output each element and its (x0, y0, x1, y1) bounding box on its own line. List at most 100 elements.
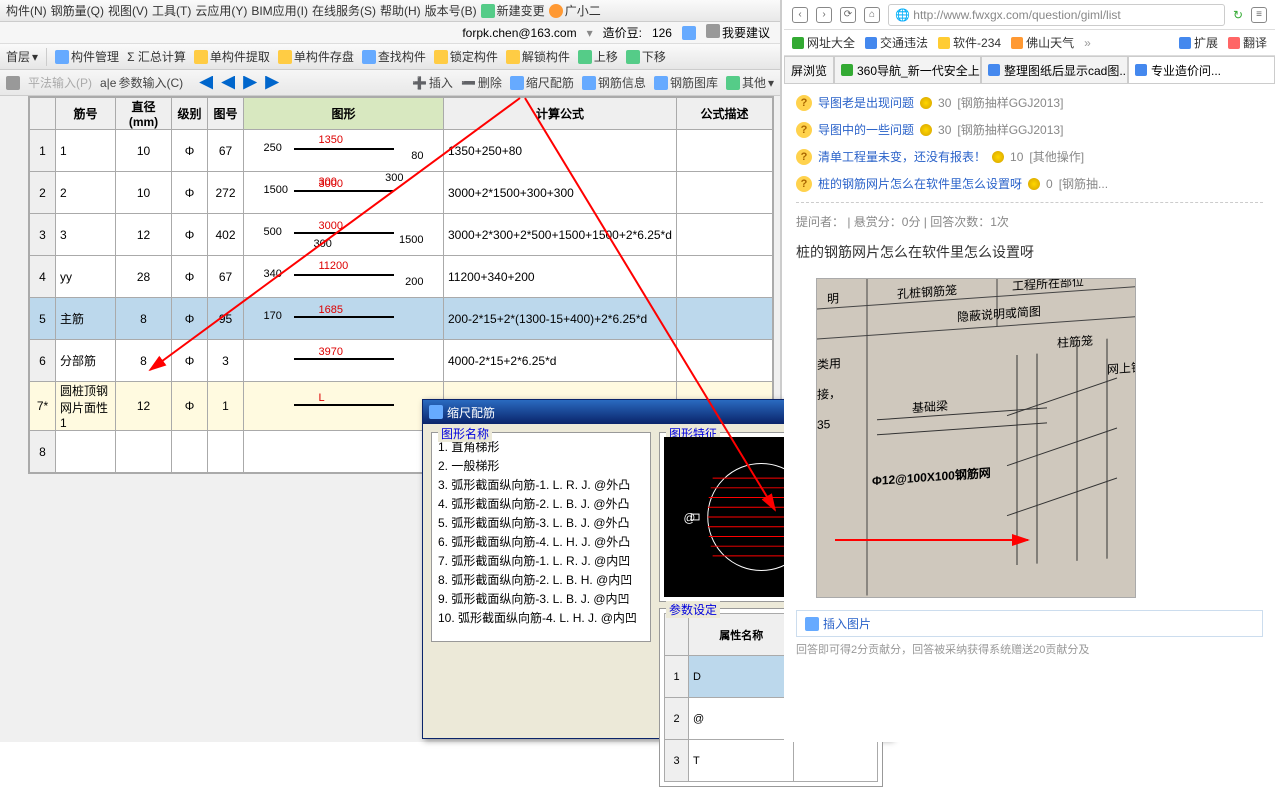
col-header[interactable]: 计算公式 (444, 98, 677, 130)
svg-text:柱筋笼: 柱筋笼 (1057, 333, 1093, 350)
refresh-icon[interactable]: ↻ (1233, 8, 1243, 22)
tab[interactable]: 屏浏览 (784, 56, 834, 83)
question-item[interactable]: ?清单工程量未变，还没有报表！ 10 [其他操作] (796, 148, 1263, 165)
question-item[interactable]: ?桩的钢筋网片怎么在软件里怎么设置呀 0 [钢筋抽... (796, 175, 1263, 192)
list-item[interactable]: 3. 弧形截面纵向筋-1. L. R. J. @外凸 (436, 475, 646, 494)
forward-button[interactable]: › (816, 7, 832, 23)
col-header[interactable]: 图形 (244, 98, 444, 130)
question-icon: ? (796, 149, 812, 165)
menu-item[interactable]: BIM应用(I) (251, 2, 308, 19)
move-down-button[interactable]: 下移 (626, 48, 666, 65)
bookmark[interactable]: 软件-234 (938, 34, 1001, 51)
single-extract-button[interactable]: 单构件提取 (194, 48, 270, 65)
lock-button[interactable]: 锁定构件 (434, 48, 498, 65)
translate-button[interactable]: 翻译 (1228, 34, 1267, 51)
move-up-button[interactable]: 上移 (578, 48, 618, 65)
table-row[interactable]: 5主筋8Φ951701685200-2*15+2*(1300-15+400)+2… (30, 298, 773, 340)
svg-text:35: 35 (817, 417, 831, 432)
home-button[interactable]: ⌂ (864, 7, 880, 23)
new-change-button[interactable]: 新建变更 (481, 2, 545, 19)
menu-item[interactable]: 构件(N) (6, 2, 47, 19)
list-item[interactable]: 2. 一般梯形 (436, 456, 646, 475)
find-component-button[interactable]: 查找构件 (362, 48, 426, 65)
suggest-button[interactable]: 我要建议 (706, 24, 770, 41)
reload-button[interactable]: ⟳ (840, 7, 856, 23)
shape-list[interactable]: 1. 直角梯形2. 一般梯形3. 弧形截面纵向筋-1. L. R. J. @外凸… (436, 437, 646, 627)
tab[interactable]: 360导航_新一代安全上...× (834, 56, 981, 83)
list-item[interactable]: 10. 弧形截面纵向筋-4. L. H. J. @内凹 (436, 608, 646, 627)
col-header[interactable]: 公式描述 (676, 98, 772, 130)
unlock-button[interactable]: 解锁构件 (506, 48, 570, 65)
delete-button[interactable]: ➖ 删除 (461, 74, 502, 91)
col-header[interactable] (30, 98, 56, 130)
pingfa-input[interactable]: 平法输入(P) (28, 74, 92, 91)
image-icon (805, 617, 819, 631)
table-row[interactable]: 6分部筋8Φ339704000-2*15+2*6.25*d (30, 340, 773, 382)
menu-item[interactable]: 版本号(B) (425, 2, 477, 19)
rebar-info-button[interactable]: 钢筋信息 (582, 74, 646, 91)
bookmark[interactable]: 网址大全 (792, 34, 855, 51)
floor-select[interactable]: 首层 ▾ (6, 48, 38, 65)
tab[interactable]: 整理图纸后显示cad图...× (981, 56, 1128, 83)
menu-item[interactable]: 工具(T) (152, 2, 191, 19)
menu-item[interactable]: 云应用(Y) (195, 2, 247, 19)
table-row[interactable]: 3312Φ402500300030015003000+2*300+2*500+1… (30, 214, 773, 256)
list-item[interactable]: 8. 弧形截面纵向筋-2. L. B. H. @内凹 (436, 570, 646, 589)
col-header[interactable]: 筋号 (56, 98, 116, 130)
list-item[interactable]: 6. 弧形截面纵向筋-4. L. H. J. @外凸 (436, 532, 646, 551)
tab-active[interactable]: 专业造价问... (1128, 56, 1275, 83)
nav-next-icon[interactable] (243, 76, 257, 90)
list-item[interactable]: 4. 弧形截面纵向筋-2. L. B. J. @外凸 (436, 494, 646, 513)
menu-item[interactable]: 帮助(H) (380, 2, 421, 19)
ext-button[interactable]: 扩展 (1179, 34, 1218, 51)
userbar: forpk.chen@163.com▾ 造价豆:126 我要建议 (0, 22, 780, 44)
nav-prev-icon[interactable] (221, 76, 235, 90)
menu-button[interactable]: ≡ (1251, 7, 1267, 23)
list-item[interactable]: 5. 弧形截面纵向筋-3. L. B. J. @外凸 (436, 513, 646, 532)
col-header[interactable]: 直径(mm) (116, 98, 172, 130)
question-item[interactable]: ?导图老是出现问题 30 [钢筋抽样GGJ2013] (796, 94, 1263, 111)
bookmarks-bar: 网址大全 交通违法 软件-234 佛山天气 » 扩展 翻译 (784, 30, 1275, 56)
table-row[interactable]: 1110Φ672501350801350+250+80 (30, 130, 773, 172)
question-title: 桩的钢筋网片怎么在软件里怎么设置呀 (796, 242, 1263, 262)
bean-value: 126 (652, 26, 672, 40)
question-icon: ? (796, 176, 812, 192)
toolbar-main: 首层 ▾ 构件管理 Σ 汇总计算 单构件提取 单构件存盘 查找构件 锁定构件 解… (0, 44, 780, 70)
col-header[interactable]: 级别 (172, 98, 208, 130)
menu-item[interactable]: 在线服务(S) (312, 2, 376, 19)
single-save-button[interactable]: 单构件存盘 (278, 48, 354, 65)
question-item[interactable]: ?导图中的一些问题 30 [钢筋抽样GGJ2013] (796, 121, 1263, 138)
menu-item[interactable]: 钢筋量(Q) (51, 2, 104, 19)
back-button[interactable]: ‹ (792, 7, 808, 23)
param-input[interactable]: a|e 参数输入(C) (100, 74, 183, 91)
component-manage-button[interactable]: 构件管理 (55, 48, 119, 65)
insert-button[interactable]: ➕ 插入 (412, 74, 453, 91)
insert-image-box[interactable]: 插入图片 (796, 610, 1263, 637)
shape-list-title: 图形名称 (438, 425, 492, 442)
bell-icon[interactable] (682, 26, 696, 40)
other-button[interactable]: 其他 ▾ (726, 74, 774, 91)
question-icon: ? (796, 95, 812, 111)
coin-icon (920, 97, 932, 109)
nav-first-icon[interactable] (199, 76, 213, 90)
table-row[interactable]: 4yy28Φ673401120020011200+340+200 (30, 256, 773, 298)
address-bar[interactable]: 🌐 http://www.fwxgx.com/question/giml/lis… (888, 4, 1225, 26)
list-item[interactable]: 7. 弧形截面纵向筋-1. L. R. J. @内凹 (436, 551, 646, 570)
bookmark[interactable]: 交通违法 (865, 34, 928, 51)
coin-icon (992, 151, 1004, 163)
user-avatar-menu[interactable]: 广小二 (549, 2, 601, 19)
question-photo: 孔桩钢筋笼 工程所在部位 隐蔽说明或简图 明 类用 接， 35 柱筋笼 网上钢 … (816, 278, 1136, 598)
rebar-lib-button[interactable]: 钢筋图库 (654, 74, 718, 91)
table-row[interactable]: 2210Φ272150030030003003000+2*1500+300+30… (30, 172, 773, 214)
scale-rebar-button[interactable]: 缩尺配筋 (510, 74, 574, 91)
menu-item[interactable]: 视图(V) (108, 2, 148, 19)
menubar: 构件(N) 钢筋量(Q) 视图(V) 工具(T) 云应用(Y) BIM应用(I)… (0, 0, 780, 22)
svg-text:明: 明 (827, 291, 839, 306)
svg-text:基础梁: 基础梁 (912, 398, 948, 415)
col-header[interactable]: 图号 (208, 98, 244, 130)
nav-last-icon[interactable] (265, 76, 279, 90)
bookmark[interactable]: 佛山天气 (1011, 34, 1074, 51)
coin-icon (1028, 178, 1040, 190)
list-item[interactable]: 9. 弧形截面纵向筋-3. L. B. J. @内凹 (436, 589, 646, 608)
sum-calc-button[interactable]: Σ 汇总计算 (127, 48, 186, 65)
